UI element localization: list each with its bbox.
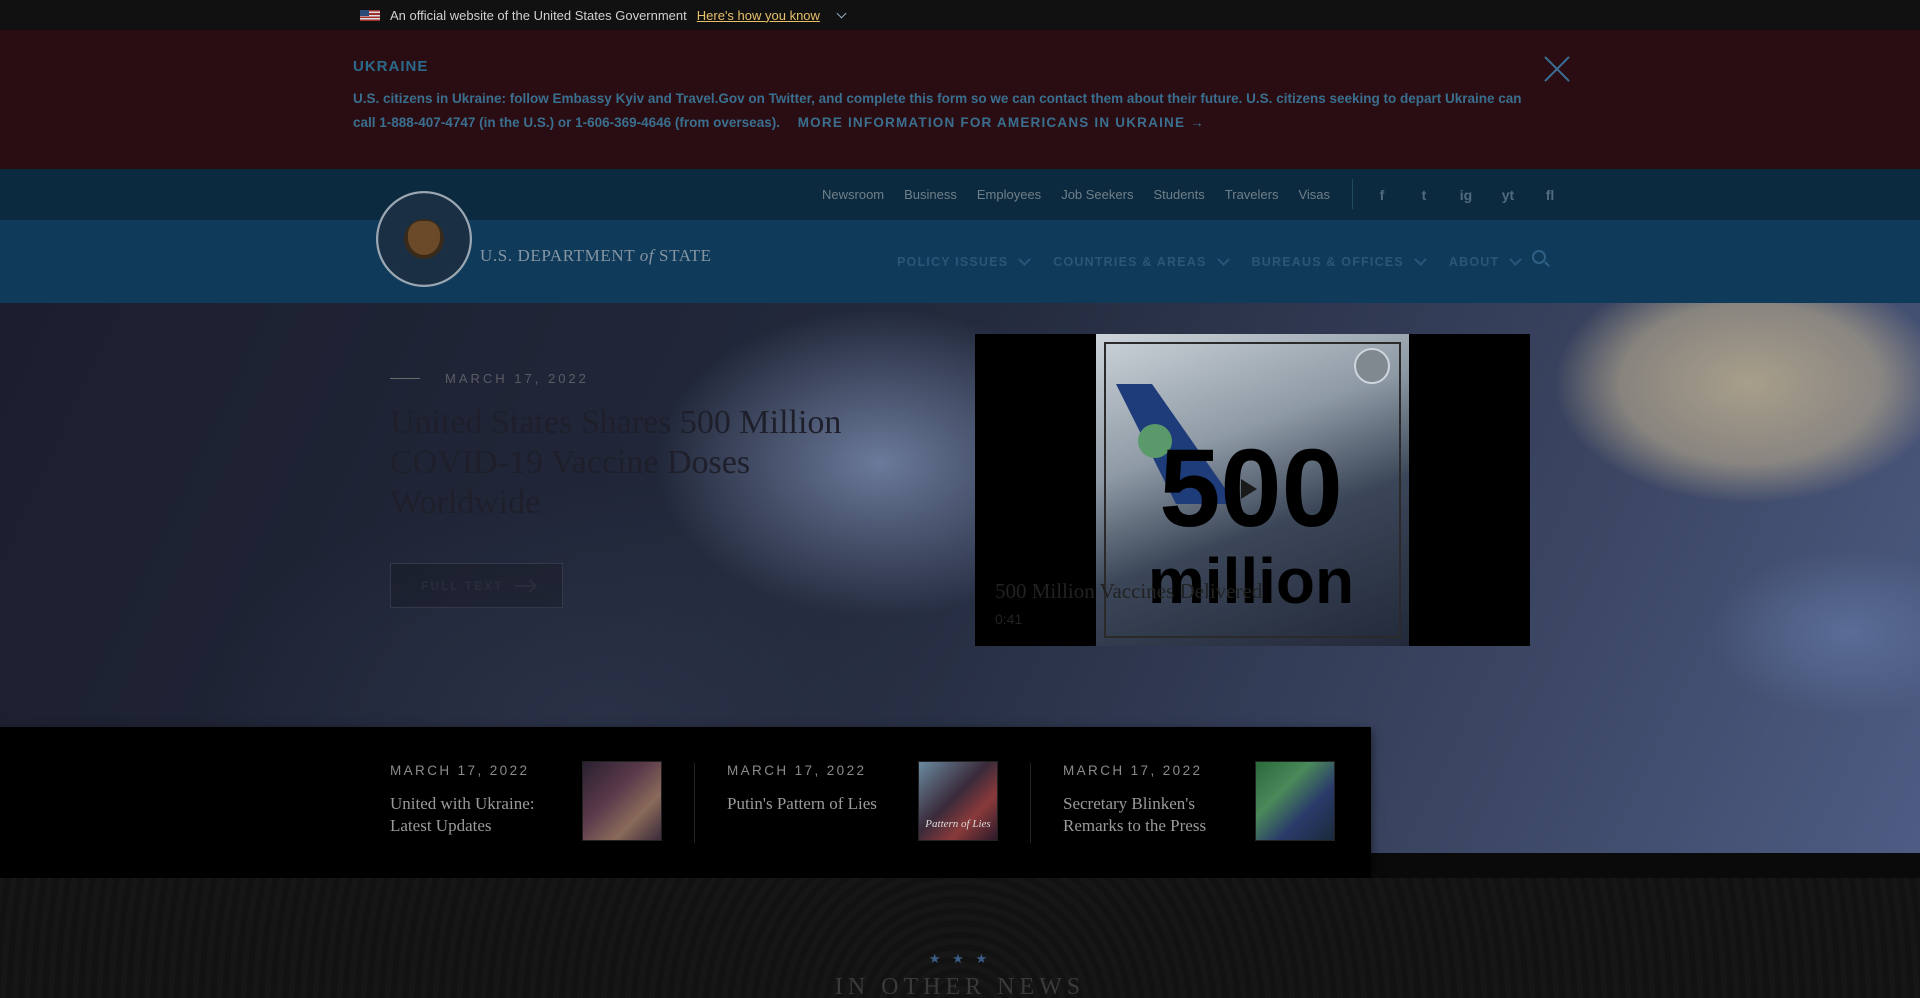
util-travelers-link[interactable]: Travelers [1225,187,1279,202]
card-date: MARCH 17, 2022 [727,763,867,778]
alert-text: U.S. citizens in Ukraine: follow Embassy… [353,87,1523,135]
instagram-icon[interactable]: ig [1456,187,1476,203]
hero-date: MARCH 17, 2022 [445,371,589,386]
chevron-down-icon [1018,252,1032,266]
card-divider [694,763,695,843]
chevron-down-icon[interactable] [836,8,847,18]
card-thumbnail[interactable] [1255,761,1335,841]
chevron-down-icon [1509,252,1523,266]
arrow-right-icon [515,584,536,587]
utility-divider [1352,179,1353,209]
twitter-icon[interactable]: t [1414,187,1434,203]
full-text-label: FULL TEXT [421,578,504,593]
flickr-icon[interactable]: fl [1540,187,1560,203]
gov-banner-text: An official website of the United States… [390,7,687,23]
state-department-seal-icon[interactable] [376,191,472,287]
nav-label: POLICY ISSUES [897,254,1009,269]
nav-label: ABOUT [1448,254,1500,269]
util-employees-link[interactable]: Employees [977,187,1041,202]
hero-date-rule [390,378,420,379]
brand-suffix: STATE [659,246,712,265]
card-title[interactable]: United with Ukraine: Latest Updates [390,793,550,837]
util-newsroom-link[interactable]: Newsroom [822,187,884,202]
nav-countries-areas[interactable]: COUNTRIES & AREAS [1053,252,1230,269]
card-thumbnail[interactable] [582,761,662,841]
util-business-link[interactable]: Business [904,187,957,202]
heres-how-you-know-link[interactable]: Here's how you know [697,8,820,23]
play-icon[interactable] [1241,479,1257,499]
video-duration: 0:41 [995,611,1023,627]
util-job-seekers-link[interactable]: Job Seekers [1061,187,1133,202]
card-thumbnail[interactable]: Pattern of Lies [918,761,998,841]
other-news-title: IN OTHER NEWS [834,974,1086,998]
gov-banner: An official website of the United States… [0,0,1920,30]
nav-bureaus-offices[interactable]: BUREAUS & OFFICES [1251,252,1427,269]
ukraine-alert: UKRAINE U.S. citizens in Ukraine: follow… [0,30,1920,169]
thumbnail-text: Pattern of Lies [925,818,991,830]
other-news-section: ★ ★ ★ IN OTHER NEWS [0,878,1920,998]
full-text-button[interactable]: FULL TEXT [390,563,563,608]
card-date: MARCH 17, 2022 [390,763,530,778]
utility-bar: Newsroom Business Employees Job Seekers … [0,169,1920,220]
hero-title[interactable]: United States Shares 500 Million COVID-1… [390,403,850,523]
close-icon[interactable] [1542,54,1572,84]
card-date: MARCH 17, 2022 [1063,763,1203,778]
nav-policy-issues[interactable]: POLICY ISSUES [897,252,1032,269]
featured-card[interactable]: MARCH 17, 2022 United with Ukraine: Late… [390,761,662,843]
stars-divider: ★ ★ ★ [928,951,992,966]
site-brand[interactable]: U.S. DEPARTMENT of STATE [480,246,712,266]
video-player[interactable]: 500 million 500 Million Vaccines Deliver… [975,334,1530,646]
featured-card[interactable]: MARCH 17, 2022 Secretary Blinken's Remar… [1063,761,1335,843]
card-title[interactable]: Secretary Blinken's Remarks to the Press [1063,793,1223,837]
primary-nav: POLICY ISSUES COUNTRIES & AREAS BUREAUS … [897,220,1523,303]
brand-of: of [639,246,655,265]
card-divider [1030,763,1031,843]
utility-links: Newsroom Business Employees Job Seekers … [822,169,1330,220]
search-icon[interactable] [1532,250,1546,264]
chevron-down-icon [1216,252,1230,266]
nav-label: COUNTRIES & AREAS [1053,254,1207,269]
util-visas-link[interactable]: Visas [1298,187,1330,202]
youtube-icon[interactable]: yt [1498,187,1518,203]
featured-card[interactable]: MARCH 17, 2022 Putin's Pattern of Lies P… [727,761,999,843]
chevron-down-icon [1414,252,1427,266]
gov-banner-inner: An official website of the United States… [360,7,847,23]
video-caption: 500 Million Vaccines Delivered [995,579,1263,603]
brand-prefix: U.S. DEPARTMENT [480,246,635,265]
util-students-link[interactable]: Students [1153,187,1204,202]
featured-strip: MARCH 17, 2022 United with Ukraine: Late… [0,727,1371,878]
social-links: f t ig yt fl [1372,169,1560,220]
nav-about[interactable]: ABOUT [1448,252,1523,269]
us-flag-icon [360,9,380,21]
nav-label: BUREAUS & OFFICES [1251,254,1404,269]
card-title[interactable]: Putin's Pattern of Lies [727,793,887,815]
alert-title: UKRAINE [353,58,429,75]
main-nav: U.S. DEPARTMENT of STATE POLICY ISSUES C… [0,191,1920,303]
facebook-icon[interactable]: f [1372,187,1392,203]
more-information-link[interactable]: MORE INFORMATION FOR AMERICANS IN UKRAIN… [798,115,1205,130]
